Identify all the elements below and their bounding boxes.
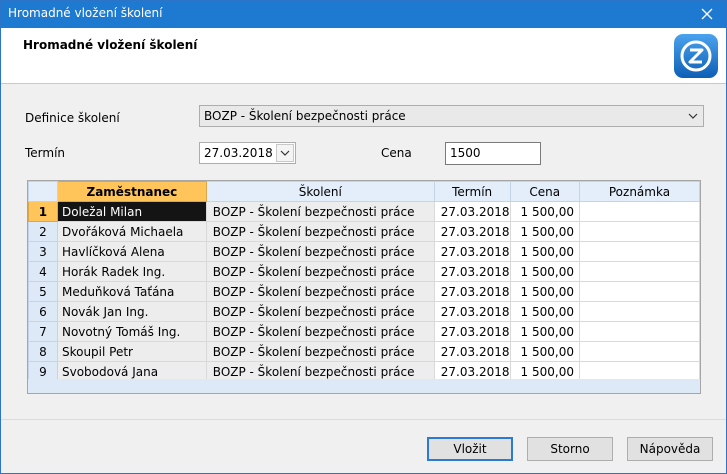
column-header-price[interactable]: Cena bbox=[509, 181, 580, 202]
cell-course[interactable]: BOZP - Školení bezpečnosti práce bbox=[205, 261, 435, 282]
table-row[interactable]: 4 Horák Radek Ing. BOZP - Školení bezpečno… bbox=[28, 261, 700, 282]
table-row[interactable]: 1 Doležal Milan BOZP - Školení bezpečnosti… bbox=[28, 201, 700, 222]
cell-employee[interactable]: Dvořáková Michaela bbox=[56, 221, 207, 242]
table-row[interactable]: 6 Novák Jan Ing. BOZP - Školení bezpečnost… bbox=[28, 301, 700, 322]
cell-course[interactable]: BOZP - Školení bezpečnosti práce bbox=[205, 281, 435, 302]
definition-label: Definice školení bbox=[25, 111, 120, 125]
cell-term[interactable]: 27.03.2018 bbox=[433, 281, 511, 302]
date-dropdown-button[interactable] bbox=[276, 144, 294, 162]
table-row[interactable]: 8 Skoupil Petr BOZP - Školení bezpečnosti … bbox=[28, 341, 700, 362]
grid-empty-row bbox=[28, 379, 700, 393]
row-number[interactable]: 6 bbox=[28, 301, 58, 322]
app-logo-icon bbox=[674, 34, 718, 78]
row-number-header bbox=[28, 181, 58, 202]
cell-price[interactable]: 1 500,00 bbox=[509, 321, 580, 342]
cell-term[interactable]: 27.03.2018 bbox=[433, 301, 511, 322]
term-value: 27.03.2018 bbox=[204, 146, 273, 160]
term-label: Termín bbox=[25, 146, 66, 160]
cell-note[interactable] bbox=[578, 221, 700, 242]
cell-term[interactable]: 27.03.2018 bbox=[433, 261, 511, 282]
cell-note[interactable] bbox=[578, 301, 700, 322]
cell-course[interactable]: BOZP - Školení bezpečnosti práce bbox=[205, 221, 435, 242]
cell-term[interactable]: 27.03.2018 bbox=[433, 221, 511, 242]
cell-course[interactable]: BOZP - Školení bezpečnosti práce bbox=[205, 341, 435, 362]
cell-price[interactable]: 1 500,00 bbox=[509, 281, 580, 302]
column-header-employee[interactable]: Zaměstnanec bbox=[56, 181, 207, 202]
price-label: Cena bbox=[381, 146, 412, 160]
cell-note[interactable] bbox=[578, 241, 700, 262]
table-row[interactable]: 3 Havlíčková Alena BOZP - Školení bezpečno… bbox=[28, 241, 700, 262]
cell-course[interactable]: BOZP - Školení bezpečnosti práce bbox=[205, 241, 435, 262]
row-number[interactable]: 1 bbox=[28, 201, 58, 222]
cell-course[interactable]: BOZP - Školení bezpečnosti práce bbox=[205, 321, 435, 342]
close-icon bbox=[701, 8, 713, 20]
term-date-picker[interactable]: 27.03.2018 bbox=[199, 142, 296, 164]
table-row[interactable]: 5 Meduňková Taťána BOZP - Školení bezpečno… bbox=[28, 281, 700, 302]
table-row[interactable]: 7 Novotný Tomáš Ing. BOZP - Školení bezpeč… bbox=[28, 321, 700, 342]
definition-select[interactable]: BOZP - Školení bezpečnosti práce bbox=[199, 105, 704, 127]
cell-note[interactable] bbox=[578, 201, 700, 222]
cell-note[interactable] bbox=[578, 281, 700, 302]
column-header-note[interactable]: Poznámka bbox=[578, 181, 700, 202]
cell-employee[interactable]: Novák Jan Ing. bbox=[56, 301, 207, 322]
price-input[interactable]: 1500 bbox=[445, 142, 541, 165]
chevron-down-icon bbox=[280, 150, 290, 156]
cell-price[interactable]: 1 500,00 bbox=[509, 241, 580, 262]
cell-employee[interactable]: Havlíčková Alena bbox=[56, 241, 207, 262]
column-header-course[interactable]: Školení bbox=[205, 181, 435, 202]
insert-button[interactable]: Vložit bbox=[427, 437, 513, 461]
cell-course[interactable]: BOZP - Školení bezpečnosti práce bbox=[205, 301, 435, 322]
price-value: 1500 bbox=[450, 146, 481, 160]
row-number[interactable]: 4 bbox=[28, 261, 58, 282]
cell-price[interactable]: 1 500,00 bbox=[509, 341, 580, 362]
cell-price[interactable]: 1 500,00 bbox=[509, 261, 580, 282]
dialog-header: Hromadné vložení školení bbox=[1, 28, 726, 84]
cell-course[interactable]: BOZP - Školení bezpečnosti práce bbox=[205, 201, 435, 222]
definition-value: BOZP - Školení bezpečnosti práce bbox=[204, 109, 406, 123]
employee-grid[interactable]: Zaměstnanec Školení Termín Cena Poznámka… bbox=[27, 180, 701, 394]
cell-term[interactable]: 27.03.2018 bbox=[433, 321, 511, 342]
cell-term[interactable]: 27.03.2018 bbox=[433, 201, 511, 222]
row-number[interactable]: 3 bbox=[28, 241, 58, 262]
cell-employee[interactable]: Skoupil Petr bbox=[56, 341, 207, 362]
table-row[interactable]: 2 Dvořáková Michaela BOZP - Školení bezpeč… bbox=[28, 221, 700, 242]
column-header-term[interactable]: Termín bbox=[433, 181, 511, 202]
grid-header-row: Zaměstnanec Školení Termín Cena Poznámka bbox=[28, 181, 700, 202]
window-title: Hromadné vložení školení bbox=[8, 6, 163, 20]
title-bar: Hromadné vložení školení bbox=[0, 0, 727, 28]
cell-price[interactable]: 1 500,00 bbox=[509, 201, 580, 222]
cell-term[interactable]: 27.03.2018 bbox=[433, 241, 511, 262]
row-number[interactable]: 5 bbox=[28, 281, 58, 302]
cell-price[interactable]: 1 500,00 bbox=[509, 301, 580, 322]
cell-note[interactable] bbox=[578, 261, 700, 282]
cell-employee[interactable]: Horák Radek Ing. bbox=[56, 261, 207, 282]
cell-employee[interactable]: Novotný Tomáš Ing. bbox=[56, 321, 207, 342]
row-number[interactable]: 8 bbox=[28, 341, 58, 362]
close-button[interactable] bbox=[687, 0, 727, 28]
help-button[interactable]: Nápověda bbox=[627, 437, 713, 461]
button-bar bbox=[1, 419, 726, 474]
cancel-button[interactable]: Storno bbox=[527, 437, 613, 461]
row-number[interactable]: 7 bbox=[28, 321, 58, 342]
chevron-down-icon bbox=[688, 113, 698, 119]
row-number[interactable]: 2 bbox=[28, 221, 58, 242]
cell-term[interactable]: 27.03.2018 bbox=[433, 341, 511, 362]
cell-note[interactable] bbox=[578, 321, 700, 342]
cell-note[interactable] bbox=[578, 341, 700, 362]
cell-price[interactable]: 1 500,00 bbox=[509, 221, 580, 242]
cell-employee[interactable]: Meduňková Taťána bbox=[56, 281, 207, 302]
cell-employee[interactable]: Doležal Milan bbox=[56, 201, 207, 222]
dialog-heading: Hromadné vložení školení bbox=[23, 38, 198, 52]
